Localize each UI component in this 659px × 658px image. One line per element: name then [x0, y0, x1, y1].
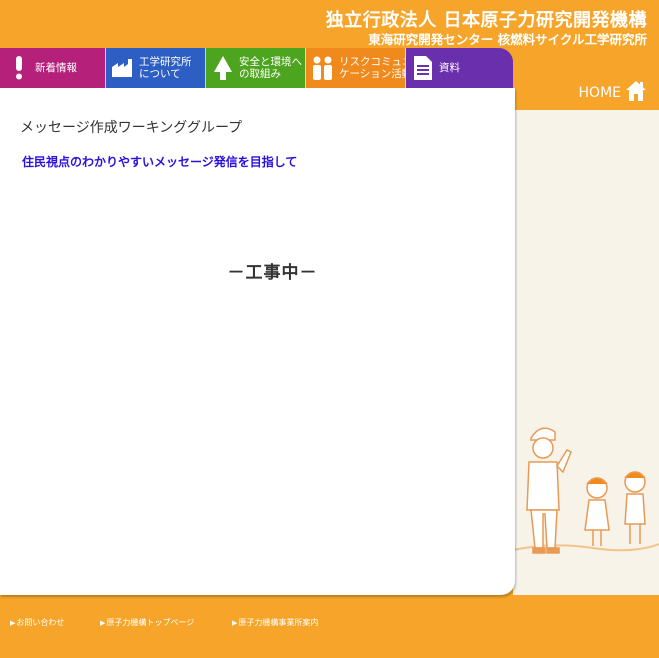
people-icon [312, 54, 334, 82]
page-title: メッセージ作成ワーキンググループ [20, 120, 243, 136]
footer-link-contact[interactable]: ▶お問い合わせ [10, 617, 64, 628]
tree-icon [212, 54, 234, 82]
nav-item-safety[interactable]: 安全と環境へ の取組み [206, 48, 306, 88]
home-label: HOME [578, 85, 621, 101]
nav-label-riskcomm-1: リスクコミュニ [339, 55, 406, 68]
nav-item-riskcomm[interactable]: リスクコミュニ ケーション活動 [306, 48, 406, 88]
nav-item-news[interactable]: 新着情報 [0, 48, 106, 88]
nav-item-about[interactable]: 工学研究所 について [106, 48, 206, 88]
nav-label-safety-1: 安全と環境へ [239, 55, 302, 68]
triangle-right-icon: ▶ [100, 619, 106, 627]
triangle-right-icon: ▶ [232, 619, 238, 627]
nav-label-news: 新着情報 [35, 61, 77, 74]
exclamation-icon [8, 54, 30, 82]
footer-link-jaea-top[interactable]: ▶原子力機構トップページ [100, 617, 194, 628]
nav-label-safety-2: の取組み [239, 68, 281, 80]
footer-link-facilities[interactable]: ▶原子力機構事業所案内 [232, 617, 318, 628]
nav-item-documents[interactable]: 資料 [406, 48, 513, 88]
main-content: メッセージ作成ワーキンググループ 住民視点のわかりやすいメッセージ発信を目指して… [0, 88, 515, 595]
worker-and-children-illustration [512, 410, 659, 570]
nav-label-riskcomm-2: ケーション活動 [339, 68, 406, 80]
nav-label-about-2: について [139, 68, 181, 80]
triangle-right-icon: ▶ [10, 619, 16, 627]
main-nav: 新着情報 工学研究所 について 安全と環境へ の取組み リスクコミュニ ケーショ… [0, 48, 513, 88]
house-icon [621, 80, 647, 106]
document-icon [412, 54, 434, 82]
nav-label-documents: 資料 [439, 61, 460, 74]
nav-label-about-1: 工学研究所 [139, 55, 192, 68]
factory-icon [112, 54, 134, 82]
org-subtitle: 東海研究開発センター 核燃料サイクル工学研究所 [368, 32, 647, 47]
page-subtitle: 住民視点のわかりやすいメッセージ発信を目指して [22, 155, 298, 169]
home-link[interactable]: HOME [579, 80, 647, 106]
under-construction-text: －工事中－ [227, 263, 318, 283]
